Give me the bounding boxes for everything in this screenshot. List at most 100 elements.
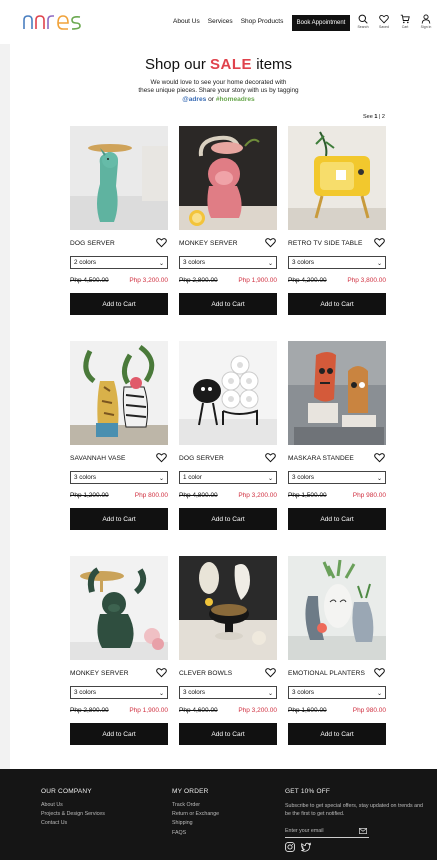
color-select-value: 1 color	[183, 474, 202, 481]
wishlist-heart-icon[interactable]	[265, 237, 276, 248]
product-name[interactable]: MONKEY SERVER	[70, 670, 129, 677]
search-icon	[358, 14, 368, 24]
site-header: About Us Services Shop Products Book App…	[0, 0, 437, 44]
footer-link-shipping[interactable]: Shipping	[172, 820, 219, 826]
product-name[interactable]: DOG SERVER	[179, 455, 224, 462]
product-name[interactable]: MONKEY SERVER	[179, 240, 238, 247]
product-image[interactable]	[70, 341, 168, 445]
product-card: CLEVER BOWLS 3 colors ⌄ Php 4,600.00 Php 3,2…	[179, 556, 277, 745]
product-card: SAVANNAH VASE 3 colors ⌄ Php 1,200.00 Php 80…	[70, 341, 168, 530]
color-select-value: 3 colors	[292, 259, 315, 266]
color-select-value: 3 colors	[292, 474, 315, 481]
product-card: MASKARA STANDEE 3 colors ⌄ Php 1,500.00 Php …	[288, 341, 386, 530]
original-price: Php 4,600.00	[179, 707, 218, 714]
footer-link-track[interactable]: Track Order	[172, 802, 219, 808]
product-image[interactable]	[288, 126, 386, 230]
color-select[interactable]: 3 colors ⌄	[288, 686, 386, 699]
wishlist-heart-icon[interactable]	[265, 452, 276, 463]
product-image[interactable]	[70, 126, 168, 230]
color-select[interactable]: 3 colors ⌄	[179, 256, 277, 269]
add-to-cart-button[interactable]: Add to Cart	[288, 723, 386, 745]
product-name[interactable]: RETRO TV SIDE TABLE	[288, 240, 362, 247]
email-field[interactable]: Enter your email	[285, 828, 369, 838]
wishlist-heart-icon[interactable]	[374, 452, 385, 463]
tag-adres[interactable]: @adres	[182, 96, 206, 103]
original-price: Php 2,800.00	[179, 277, 218, 284]
sale-price: Php 1,900.00	[129, 707, 168, 714]
page-title: Shop our SALE items	[0, 56, 437, 73]
sign-in-button[interactable]: Sign in	[420, 14, 432, 29]
search-button[interactable]: Search	[357, 14, 369, 29]
footer-link-projects[interactable]: Projects & Design Services	[41, 811, 105, 817]
footer-link-faqs[interactable]: FAQS	[172, 830, 219, 836]
sale-price: Php 3,200.00	[238, 707, 277, 714]
chevron-down-icon: ⌄	[376, 261, 382, 267]
main-nav: About Us Services Shop Products	[173, 18, 283, 25]
footer-link-contact[interactable]: Contact Us	[41, 820, 105, 826]
nav-services[interactable]: Services	[208, 18, 233, 25]
sale-price: Php 800.00	[134, 492, 168, 499]
page-2-link[interactable]: 2	[382, 114, 385, 120]
wishlist-heart-icon[interactable]	[156, 237, 167, 248]
wishlist-heart-icon[interactable]	[265, 667, 276, 678]
user-icon	[421, 14, 431, 24]
product-name[interactable]: CLEVER BOWLS	[179, 670, 232, 677]
product-card: MONKEY SERVER 3 colors ⌄ Php 2,800.00 Php 1,…	[179, 126, 277, 315]
product-name[interactable]: DOG SERVER	[70, 240, 115, 247]
original-price: Php 4,800.00	[179, 492, 218, 499]
add-to-cart-button[interactable]: Add to Cart	[70, 723, 168, 745]
nav-about-us[interactable]: About Us	[173, 18, 200, 25]
add-to-cart-button[interactable]: Add to Cart	[70, 508, 168, 530]
wishlist-heart-icon[interactable]	[156, 452, 167, 463]
nav-shop-products[interactable]: Shop Products	[241, 18, 284, 25]
add-to-cart-button[interactable]: Add to Cart	[179, 293, 277, 315]
product-image[interactable]	[70, 556, 168, 660]
color-select[interactable]: 3 colors ⌄	[70, 686, 168, 699]
site-footer: OUR COMPANY About Us Projects & Design S…	[0, 769, 437, 860]
wishlist-heart-icon[interactable]	[156, 667, 167, 678]
chevron-down-icon: ⌄	[267, 476, 273, 482]
color-select-value: 3 colors	[74, 689, 97, 696]
subtitle-line-1: We would love to see your home decorated…	[150, 79, 287, 86]
add-to-cart-button[interactable]: Add to Cart	[179, 723, 277, 745]
pagination: See 1 | 2	[363, 114, 385, 120]
tag-homeadres[interactable]: #homeadres	[216, 96, 255, 103]
page-subtitle: We would love to see your home decorated…	[0, 79, 437, 95]
chevron-down-icon: ⌄	[376, 691, 382, 697]
product-image[interactable]	[179, 341, 277, 445]
color-select[interactable]: 2 colors ⌄	[70, 256, 168, 269]
color-select[interactable]: 3 colors ⌄	[288, 256, 386, 269]
product-name[interactable]: MASKARA STANDEE	[288, 455, 354, 462]
heart-icon	[379, 14, 389, 24]
cart-button[interactable]: Cart	[399, 14, 411, 29]
page-1-link[interactable]: 1	[374, 114, 377, 120]
sale-price: Php 3,200.00	[238, 492, 277, 499]
saved-button[interactable]: Saved	[378, 14, 390, 29]
product-name[interactable]: EMOTIONAL PLANTERS	[288, 670, 365, 677]
product-image[interactable]	[288, 556, 386, 660]
product-image[interactable]	[179, 556, 277, 660]
color-select[interactable]: 3 colors ⌄	[288, 471, 386, 484]
color-select[interactable]: 1 color ⌄	[179, 471, 277, 484]
add-to-cart-button[interactable]: Add to Cart	[70, 293, 168, 315]
add-to-cart-button[interactable]: Add to Cart	[179, 508, 277, 530]
mail-icon[interactable]	[359, 828, 367, 834]
add-to-cart-button[interactable]: Add to Cart	[288, 293, 386, 315]
product-image[interactable]	[288, 341, 386, 445]
instagram-icon[interactable]	[285, 842, 295, 852]
add-to-cart-button[interactable]: Add to Cart	[288, 508, 386, 530]
newsletter-description: Subscribe to get special offers, stay up…	[285, 803, 424, 817]
footer-link-about[interactable]: About Us	[41, 802, 105, 808]
product-name[interactable]: SAVANNAH VASE	[70, 455, 126, 462]
newsletter-title: GET 10% OFF	[285, 788, 331, 795]
product-card: EMOTIONAL PLANTERS 3 colors ⌄ Php 1,600.00 P…	[288, 556, 386, 745]
color-select[interactable]: 3 colors ⌄	[179, 686, 277, 699]
footer-link-return[interactable]: Return or Exchange	[172, 811, 219, 817]
product-image[interactable]	[179, 126, 277, 230]
adres-logo[interactable]	[22, 12, 90, 32]
wishlist-heart-icon[interactable]	[374, 237, 385, 248]
book-appointment-button[interactable]: Book Appointment	[292, 15, 350, 31]
twitter-icon[interactable]	[301, 842, 311, 852]
color-select[interactable]: 3 colors ⌄	[70, 471, 168, 484]
wishlist-heart-icon[interactable]	[374, 667, 385, 678]
